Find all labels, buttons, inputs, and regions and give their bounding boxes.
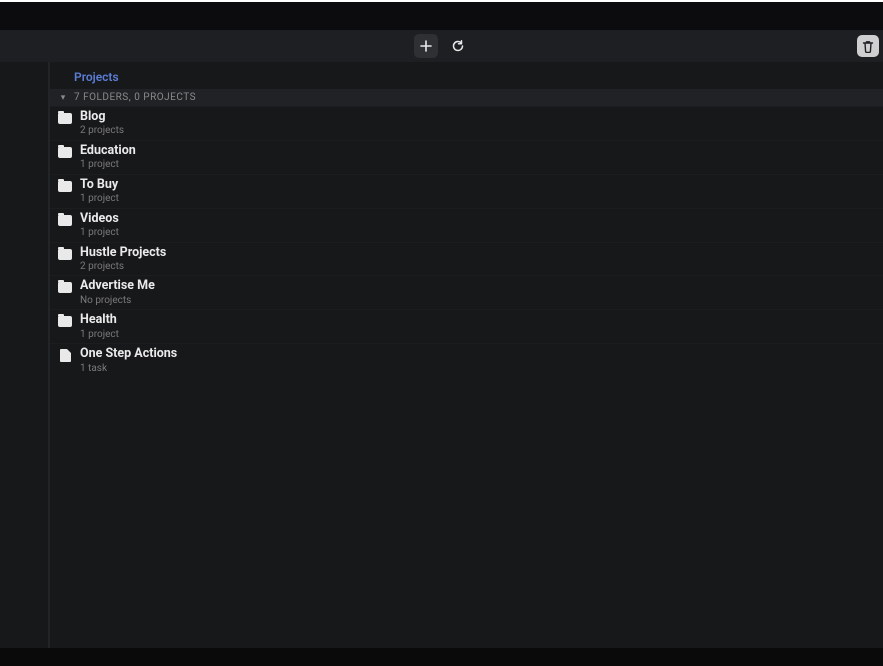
add-button[interactable] xyxy=(414,34,438,58)
list-item[interactable]: Hustle Projects2 projects xyxy=(50,242,883,276)
item-text: Hustle Projects2 projects xyxy=(80,246,166,273)
folder-icon xyxy=(58,181,72,192)
item-text: Blog2 projects xyxy=(80,110,124,137)
item-subtitle: 1 project xyxy=(80,227,119,239)
item-subtitle: 2 projects xyxy=(80,261,166,273)
refresh-button[interactable] xyxy=(446,34,470,58)
item-title: One Step Actions xyxy=(80,347,177,361)
delete-button[interactable] xyxy=(857,35,879,57)
list-item[interactable]: Blog2 projects xyxy=(50,106,883,140)
item-subtitle: 1 project xyxy=(80,159,136,171)
item-subtitle: 1 project xyxy=(80,329,119,341)
folder-icon xyxy=(58,282,72,293)
main-column: Projects ▾ 7 FOLDERS, 0 PROJECTS Blog2 p… xyxy=(50,62,883,648)
folder-icon xyxy=(58,215,72,226)
list-item[interactable]: To Buy1 project xyxy=(50,174,883,208)
item-title: Advertise Me xyxy=(80,279,155,293)
list-item[interactable]: Education1 project xyxy=(50,140,883,174)
content-area: Projects ▾ 7 FOLDERS, 0 PROJECTS Blog2 p… xyxy=(0,62,883,648)
item-text: Education1 project xyxy=(80,144,136,171)
list-item[interactable]: Advertise Me No projects xyxy=(50,275,883,309)
item-title: Videos xyxy=(80,212,119,226)
item-text: Health 1 project xyxy=(80,313,119,340)
top-dark-gap xyxy=(0,2,883,30)
refresh-icon xyxy=(451,39,465,53)
item-title: Health xyxy=(80,313,119,327)
folder-list: Blog2 projectsEducation1 projectTo Buy1 … xyxy=(50,106,883,377)
item-text: Advertise Me No projects xyxy=(80,279,155,306)
bottom-bar xyxy=(0,648,883,666)
folder-icon xyxy=(58,316,72,327)
breadcrumb-projects-link[interactable]: Projects xyxy=(74,70,119,84)
list-item[interactable]: Health 1 project xyxy=(50,309,883,343)
folder-icon xyxy=(58,249,72,260)
trash-icon xyxy=(862,40,874,53)
document-icon xyxy=(60,349,71,362)
item-title: To Buy xyxy=(80,178,119,192)
item-title: Blog xyxy=(80,110,124,124)
toolbar-right xyxy=(857,35,879,57)
summary-text: 7 FOLDERS, 0 PROJECTS xyxy=(74,92,196,103)
item-text: To Buy1 project xyxy=(80,178,119,205)
item-text: One Step Actions 1 task xyxy=(80,347,177,374)
list-item[interactable]: Videos1 project xyxy=(50,208,883,242)
breadcrumb: Projects xyxy=(50,62,883,89)
folder-icon xyxy=(58,147,72,158)
item-title: Education xyxy=(80,144,136,158)
left-rail xyxy=(0,62,48,648)
folder-icon xyxy=(58,113,72,124)
item-subtitle: 1 project xyxy=(80,193,119,205)
summary-row[interactable]: ▾ 7 FOLDERS, 0 PROJECTS xyxy=(50,89,883,106)
toolbar-center xyxy=(414,34,470,58)
collapse-toggle[interactable]: ▾ xyxy=(58,93,68,103)
item-subtitle: No projects xyxy=(80,295,155,307)
item-subtitle: 1 task xyxy=(80,363,177,375)
list-item[interactable]: One Step Actions 1 task xyxy=(50,343,883,377)
item-subtitle: 2 projects xyxy=(80,125,124,137)
plus-icon xyxy=(420,40,432,52)
toolbar xyxy=(0,30,883,62)
item-title: Hustle Projects xyxy=(80,246,166,260)
item-text: Videos1 project xyxy=(80,212,119,239)
